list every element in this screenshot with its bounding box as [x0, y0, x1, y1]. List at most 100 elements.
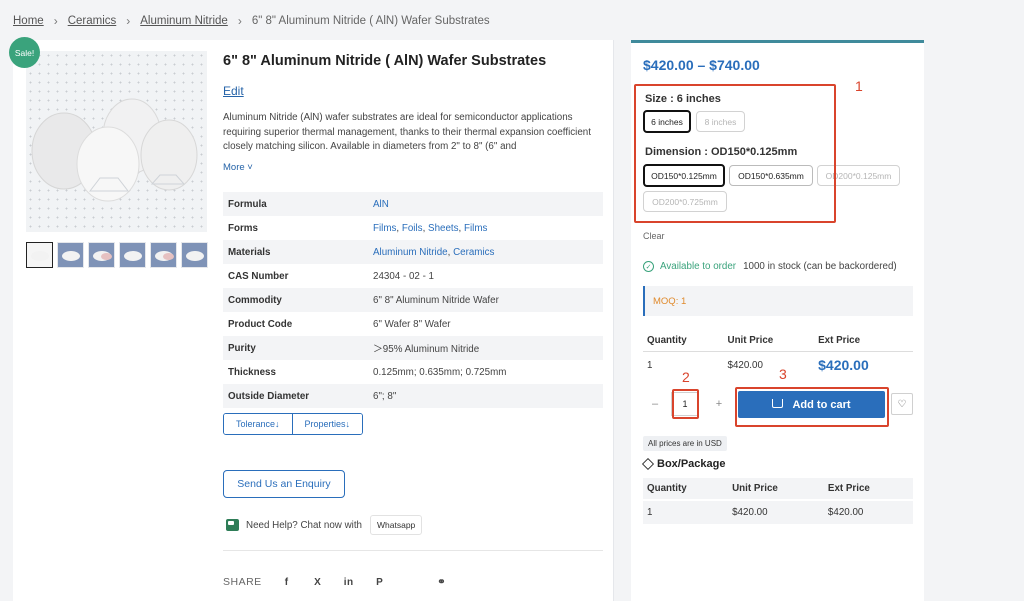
facebook-icon[interactable]: f — [281, 577, 293, 588]
spec-link[interactable]: Ceramics — [453, 247, 494, 258]
annotation-box-3 — [735, 387, 889, 427]
column-header: Unit Price — [728, 478, 824, 500]
spec-label: Outside Diameter — [228, 390, 310, 402]
tab-tolerance[interactable]: Tolerance↓ — [224, 414, 292, 434]
quantity-decrease-button[interactable]: – — [648, 398, 662, 410]
send-enquiry-button[interactable]: Send Us an Enquiry — [223, 470, 345, 498]
help-chat-row: Need Help? Chat now with Whatsapp — [226, 515, 423, 535]
spec-value: 6" 8" Aluminum Nitride Wafer — [373, 294, 499, 306]
table-header-row: Quantity Unit Price Ext Price — [643, 331, 913, 352]
spec-label: Formula — [228, 198, 267, 210]
share-row: SHARE f X in P ⚭ — [223, 576, 448, 588]
annotation-box-2 — [672, 389, 699, 419]
spec-link[interactable]: Foils — [402, 223, 423, 234]
table-row: CAS Number 24304 - 02 - 1 — [223, 264, 603, 288]
spec-label: Thickness — [228, 366, 276, 378]
spec-link[interactable]: Sheets — [428, 223, 459, 234]
spec-link[interactable]: Aluminum Nitride — [373, 247, 448, 258]
box-package-title: Box/Package — [641, 457, 726, 471]
column-header: Quantity — [643, 478, 729, 500]
breadcrumb-separator: › — [237, 14, 242, 28]
table-row: Materials Aluminum Nitride, Ceramics — [223, 240, 603, 264]
price-range: $420.00 – $740.00 — [643, 57, 760, 73]
breadcrumb-separator: › — [53, 14, 58, 28]
thumbnail[interactable] — [57, 242, 84, 268]
stock-availability: Available to order — [660, 261, 737, 272]
spec-link[interactable]: Films — [373, 223, 396, 234]
spec-value: 0.125mm; 0.635mm; 0.725mm — [373, 366, 507, 378]
table-header-row: Quantity Unit Price Ext Price — [643, 478, 913, 500]
help-text: Need Help? Chat now with — [246, 519, 362, 531]
table-row: Formula AlN — [223, 192, 603, 216]
more-toggle[interactable]: More ˅ — [223, 162, 253, 173]
column-header: Quantity — [643, 331, 724, 352]
linkedin-icon[interactable]: in — [343, 577, 355, 588]
box-package-table: Quantity Unit Price Ext Price 1 $420.00 … — [643, 478, 913, 524]
spec-label: Forms — [228, 222, 258, 234]
thumbnail[interactable] — [26, 242, 53, 268]
whatsapp-button[interactable]: Whatsapp — [370, 515, 423, 535]
stock-quantity: 1000 in stock (can be backordered) — [743, 261, 897, 272]
edit-link[interactable]: Edit — [223, 84, 244, 98]
comma: , — [396, 222, 400, 234]
spec-link[interactable]: AlN — [373, 199, 389, 210]
row-quantity: 1 — [643, 499, 729, 524]
spec-link[interactable]: Films — [464, 223, 487, 234]
row-ext-price: $420.00 — [818, 357, 869, 374]
spec-label: Purity — [228, 342, 256, 354]
x-icon[interactable]: X — [312, 577, 324, 588]
clear-selection-link[interactable]: Clear — [643, 231, 665, 241]
column-header: Ext Price — [814, 331, 913, 352]
moq-notice: MOQ: 1 — [643, 286, 913, 316]
share-label: SHARE — [223, 576, 262, 588]
breadcrumb-aluminum-nitride[interactable]: Aluminum Nitride — [140, 15, 228, 27]
thumbnail-strip — [26, 242, 208, 268]
spec-table: Formula AlN Forms Films, Foils, Sheets, … — [223, 192, 603, 408]
annotation-number-3: 3 — [779, 366, 787, 382]
table-row: Thickness 0.125mm; 0.635mm; 0.725mm — [223, 360, 603, 384]
spec-value: 6" Wafer 8" Wafer — [373, 318, 451, 330]
table-row: 1 $420.00 $420.00 — [643, 499, 913, 524]
quantity-increase-button[interactable]: + — [712, 398, 726, 410]
product-main-image[interactable] — [26, 51, 207, 232]
row-unit-price: $420.00 — [728, 499, 824, 524]
link-icon[interactable]: ⚭ — [436, 577, 448, 588]
table-row: Forms Films, Foils, Sheets, Films — [223, 216, 603, 240]
annotation-number-2: 2 — [682, 369, 690, 385]
comma: , — [422, 222, 426, 234]
breadcrumb-ceramics[interactable]: Ceramics — [68, 15, 117, 27]
tab-properties[interactable]: Properties↓ — [291, 414, 363, 434]
check-circle-icon: ✓ — [643, 261, 654, 272]
breadcrumb-separator: › — [126, 14, 131, 28]
table-row: Product Code 6" Wafer 8" Wafer — [223, 312, 603, 336]
spec-label: Commodity — [228, 294, 282, 306]
pinterest-icon[interactable]: P — [374, 577, 386, 588]
spec-label: CAS Number — [228, 270, 289, 282]
column-header: Unit Price — [723, 331, 815, 352]
thumbnail[interactable] — [88, 242, 115, 268]
comma: , — [447, 246, 451, 258]
spec-label: Materials — [228, 246, 271, 258]
table-row: Purity ＞95% Aluminum Nitride — [223, 336, 603, 360]
thumbnail[interactable] — [119, 242, 146, 268]
info-tab-group: Tolerance↓ Properties↓ — [223, 413, 364, 435]
thumbnail[interactable] — [150, 242, 177, 268]
spec-value: 6"; 8" — [373, 390, 397, 402]
comma: , — [458, 222, 462, 234]
wishlist-heart-icon[interactable]: ♡ — [891, 393, 913, 415]
table-row: Outside Diameter 6"; 8" — [223, 384, 603, 408]
wafer-image-icon — [31, 98, 198, 202]
table-row: Commodity 6" 8" Aluminum Nitride Wafer — [223, 288, 603, 312]
annotation-number-1: 1 — [855, 78, 863, 94]
breadcrumb-current: 6" 8" Aluminum Nitride ( AlN) Wafer Subs… — [251, 15, 490, 27]
breadcrumb: Home › Ceramics › Aluminum Nitride › 6" … — [13, 14, 490, 28]
currency-note: All prices are in USD — [643, 436, 727, 451]
annotation-box-1 — [634, 84, 836, 223]
stock-status: ✓ Available to order 1000 in stock (can … — [643, 261, 897, 272]
sale-badge: Sale! — [9, 37, 40, 68]
column-header: Ext Price — [823, 478, 913, 500]
box-package-label: Box/Package — [657, 458, 726, 470]
thumbnail[interactable] — [181, 242, 208, 268]
breadcrumb-home[interactable]: Home — [13, 15, 44, 27]
spec-value: 24304 - 02 - 1 — [373, 270, 435, 282]
